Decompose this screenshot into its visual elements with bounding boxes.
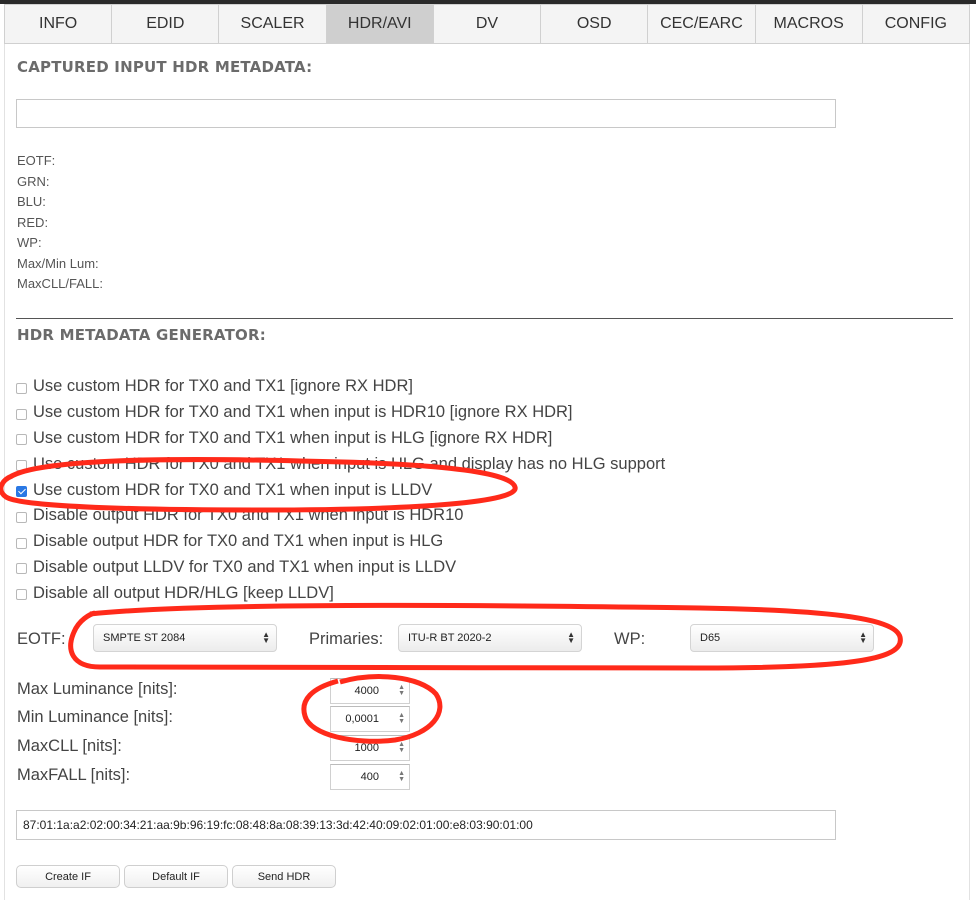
hdr-option-label: Disable output HDR for TX0 and TX1 when … — [33, 506, 464, 525]
select-arrows-icon: ▲ ▼ — [262, 630, 270, 645]
select-arrows-icon: ▲ ▼ — [859, 630, 867, 645]
maxcll-value: 1000 — [354, 742, 379, 754]
tab-macros[interactable]: MACROS — [755, 4, 863, 44]
tab-config[interactable]: CONFIG — [862, 4, 970, 44]
create-if-button[interactable]: Create IF — [16, 865, 120, 888]
section-divider — [16, 318, 953, 319]
hdr-option-1[interactable]: Use custom HDR for TX0 and TX1 when inpu… — [16, 400, 665, 426]
wp-select-value: D65 — [700, 632, 721, 644]
spinner-icon[interactable]: ▲ ▼ — [398, 684, 405, 697]
primaries-label: Primaries: — [309, 630, 384, 648]
hdr-option-4[interactable]: Use custom HDR for TX0 and TX1 when inpu… — [16, 477, 665, 503]
hdr-option-6[interactable]: Disable output HDR for TX0 and TX1 when … — [16, 529, 665, 555]
min-luminance-input[interactable]: 0,0001 ▲ ▼ — [330, 706, 410, 732]
tab-edid[interactable]: EDID — [112, 4, 220, 44]
tab-hdr-avi[interactable]: HDR/AVI — [326, 4, 434, 44]
tab-cec-earc[interactable]: CEC/EARC — [648, 4, 756, 44]
maxcll-label: MaxCLL [nits]: — [17, 737, 122, 755]
tab-bar: INFO EDID SCALER HDR/AVI DV OSD CEC/EARC… — [4, 4, 970, 44]
primaries-select-value: ITU-R BT 2020-2 — [408, 632, 492, 644]
wp-select[interactable]: D65 ▲ ▼ — [690, 624, 874, 652]
captured-red-label: RED: — [17, 214, 49, 230]
hdr-option-5[interactable]: Disable output HDR for TX0 and TX1 when … — [16, 503, 665, 529]
captured-metadata-field[interactable] — [16, 99, 836, 128]
captured-eotf-label: EOTF: — [17, 153, 56, 168]
primaries-select[interactable]: ITU-R BT 2020-2 ▲ ▼ — [398, 624, 582, 652]
max-luminance-label: Max Luminance [nits]: — [17, 680, 178, 698]
hdr-option-label: Disable output HDR for TX0 and TX1 when … — [33, 532, 444, 551]
max-luminance-input[interactable]: 4000 ▲ ▼ — [330, 678, 410, 704]
eotf-select[interactable]: SMPTE ST 2084 ▲ ▼ — [93, 624, 277, 652]
hdr-option-3[interactable]: Use custom HDR for TX0 and TX1 when inpu… — [16, 451, 665, 477]
tab-scaler[interactable]: SCALER — [219, 4, 327, 44]
hdr-option-label: Disable all output HDR/HLG [keep LLDV] — [33, 583, 334, 602]
hdr-option-checkbox[interactable] — [16, 589, 27, 601]
captured-blu-label: BLU: — [17, 194, 46, 209]
hdr-option-checkbox[interactable] — [16, 486, 27, 498]
hdr-option-2[interactable]: Use custom HDR for TX0 and TX1 when inpu… — [16, 426, 665, 452]
tab-osd[interactable]: OSD — [541, 4, 649, 44]
eotf-label: EOTF: — [17, 630, 66, 648]
tab-dv[interactable]: DV — [433, 4, 542, 44]
hdr-option-checkbox[interactable] — [16, 563, 27, 575]
eotf-select-value: SMPTE ST 2084 — [103, 632, 186, 644]
max-luminance-value: 4000 — [354, 685, 379, 697]
captured-wp-label: WP: — [17, 235, 42, 250]
spinner-icon[interactable]: ▲ ▼ — [398, 741, 405, 754]
select-arrows-icon: ▲ ▼ — [567, 630, 575, 645]
hdr-option-checkbox[interactable] — [16, 511, 27, 523]
hdr-option-label: Use custom HDR for TX0 and TX1 [ignore R… — [33, 377, 413, 396]
min-luminance-value: 0,0001 — [345, 713, 379, 725]
maxfall-value: 400 — [360, 771, 379, 783]
captured-maxcll-fall-label: MaxCLL/FALL: — [17, 276, 103, 291]
hdr-infoframe-hex-field[interactable]: 87:01:1a:a2:02:00:34:21:aa:9b:96:19:fc:0… — [16, 810, 836, 840]
hdr-option-checkbox[interactable] — [16, 460, 27, 472]
hdr-option-label: Use custom HDR for TX0 and TX1 when inpu… — [33, 403, 573, 422]
default-if-button[interactable]: Default IF — [124, 865, 228, 888]
captured-fields: EOTF: GRN: BLU: RED: WP: Max/Min Lum: Ma… — [17, 151, 103, 295]
hdr-option-checkbox[interactable] — [16, 434, 27, 446]
hdr-option-label: Disable output LLDV for TX0 and TX1 when… — [33, 557, 457, 576]
hdr-option-label: Use custom HDR for TX0 and TX1 when inpu… — [33, 480, 433, 499]
hdr-option-7[interactable]: Disable output LLDV for TX0 and TX1 when… — [16, 555, 665, 581]
tab-info[interactable]: INFO — [4, 4, 113, 44]
captured-metadata-title: CAPTURED INPUT HDR METADATA: — [17, 58, 313, 76]
hdr-option-0[interactable]: Use custom HDR for TX0 and TX1 [ignore R… — [16, 374, 665, 400]
captured-maxmin-lum-label: Max/Min Lum: — [17, 255, 99, 271]
hdr-option-checkbox[interactable] — [16, 408, 27, 420]
spinner-icon[interactable]: ▲ ▼ — [398, 770, 405, 783]
send-hdr-button[interactable]: Send HDR — [232, 865, 336, 888]
maxcll-input[interactable]: 1000 ▲ ▼ — [330, 735, 410, 761]
maxfall-label: MaxFALL [nits]: — [17, 766, 131, 784]
generator-title: HDR METADATA GENERATOR: — [17, 326, 266, 344]
hdr-option-checkbox[interactable] — [16, 537, 27, 549]
maxfall-input[interactable]: 400 ▲ ▼ — [330, 764, 410, 790]
hdr-option-checkbox[interactable] — [16, 382, 27, 394]
hdr-option-label: Use custom HDR for TX0 and TX1 when inpu… — [33, 428, 553, 447]
min-luminance-label: Min Luminance [nits]: — [17, 708, 173, 726]
spinner-icon[interactable]: ▲ ▼ — [398, 712, 405, 725]
captured-grn-label: GRN: — [17, 173, 50, 189]
hdr-options-list: Use custom HDR for TX0 and TX1 [ignore R… — [16, 374, 665, 606]
hdr-option-8[interactable]: Disable all output HDR/HLG [keep LLDV] — [16, 580, 665, 606]
hdr-option-label: Use custom HDR for TX0 and TX1 when inpu… — [33, 454, 666, 473]
wp-label: WP: — [614, 630, 646, 648]
